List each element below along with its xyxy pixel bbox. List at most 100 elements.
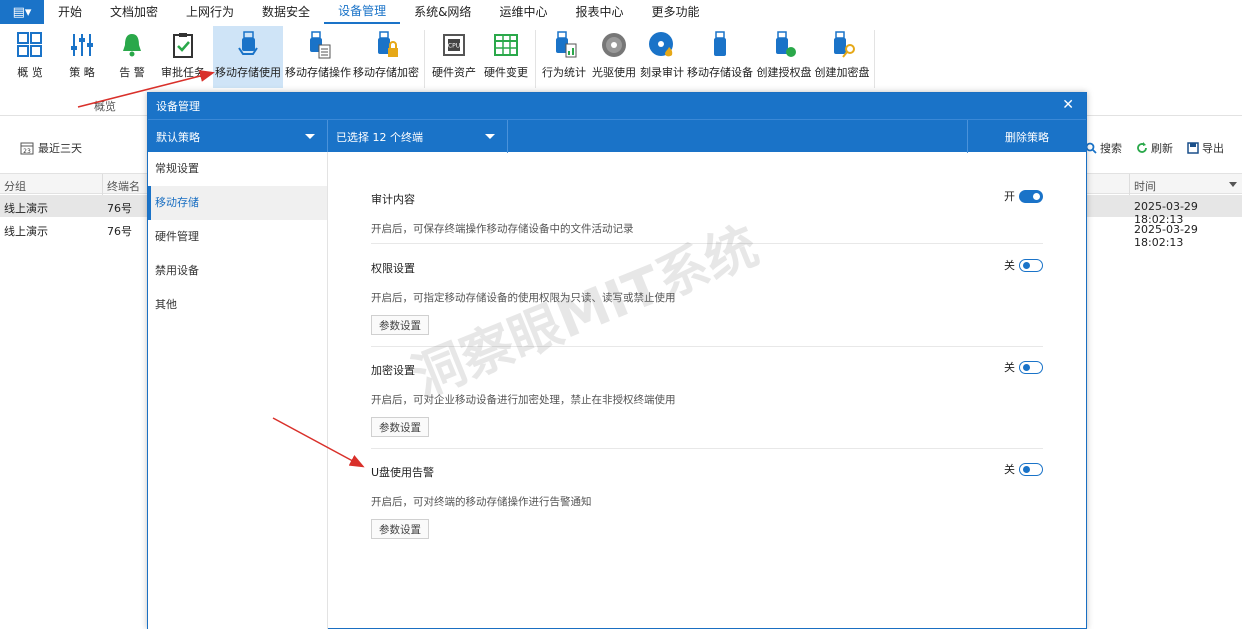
section-title: U盘使用告警 bbox=[371, 466, 435, 479]
row-group: 线上演示 bbox=[4, 225, 48, 238]
cdrom-usage-label: 光驱使用 bbox=[592, 66, 636, 79]
behavior-stats-button[interactable]: 行为统计 bbox=[540, 26, 588, 88]
param-settings-button[interactable]: 参数设置 bbox=[371, 315, 429, 335]
section-title: 审计内容 bbox=[371, 193, 415, 206]
create-encrypt-disk-button[interactable]: 创建加密盘 bbox=[814, 26, 870, 88]
policy-select[interactable]: 默认策略 bbox=[148, 120, 328, 153]
date-range-filter[interactable]: 23 最近三天 bbox=[20, 140, 82, 156]
menu-web-behavior[interactable]: 上网行为 bbox=[172, 0, 248, 24]
column-group[interactable]: 分组 bbox=[4, 178, 26, 194]
menu-system-network[interactable]: 系统&网络 bbox=[400, 0, 485, 24]
param-settings-button[interactable]: 参数设置 bbox=[371, 519, 429, 539]
menu-device-management[interactable]: 设备管理 bbox=[324, 0, 401, 24]
toggle-switch[interactable] bbox=[1019, 258, 1043, 272]
refresh-icon bbox=[1137, 142, 1147, 153]
usb-encrypt-button[interactable]: 移动存储加密 bbox=[353, 26, 419, 88]
toggle-switch[interactable] bbox=[1019, 189, 1043, 203]
hardware-change-label: 硬件变更 bbox=[484, 66, 528, 79]
toggle-switch[interactable] bbox=[1019, 462, 1043, 476]
section-title: 加密设置 bbox=[371, 364, 415, 377]
usb-document-icon bbox=[310, 31, 331, 59]
column-time[interactable]: 时间 bbox=[1134, 178, 1156, 194]
device-management-dialog: 设备管理 ✕ 默认策略 已选择 12 个终端 删除策略 常规设置 移动存储 硬件… bbox=[147, 92, 1087, 629]
terminal-select[interactable]: 已选择 12 个终端 bbox=[328, 120, 508, 153]
switch-state-label: 关 bbox=[1004, 259, 1015, 272]
usb-device-button[interactable]: 移动存储设备 bbox=[687, 26, 753, 88]
permission-switch[interactable]: 关 bbox=[1004, 257, 1043, 273]
dialog-policy-bar: 默认策略 已选择 12 个终端 删除策略 bbox=[148, 119, 1086, 153]
usb-usage-label: 移动存储使用 bbox=[215, 66, 281, 79]
grid-overview-icon bbox=[17, 32, 42, 57]
sliders-icon bbox=[71, 34, 93, 56]
export-button[interactable]: 导出 bbox=[1187, 140, 1224, 156]
alarm-button[interactable]: 告 警 bbox=[110, 26, 154, 88]
cdrom-usage-button[interactable]: 光驱使用 bbox=[590, 26, 638, 88]
menu-report-center[interactable]: 报表中心 bbox=[561, 0, 637, 24]
menu-doc-encrypt[interactable]: 文档加密 bbox=[96, 0, 172, 24]
app-menu-icon[interactable]: ▤▾ bbox=[0, 0, 44, 24]
usb-operation-button[interactable]: 移动存储操作 bbox=[285, 26, 351, 88]
spreadsheet-icon bbox=[494, 34, 518, 56]
sidebar-item-other[interactable]: 其他 bbox=[148, 288, 327, 322]
usb-drive-icon bbox=[714, 31, 726, 56]
usb-usage-button[interactable]: 移动存储使用 bbox=[213, 26, 283, 88]
search-button[interactable]: 搜索 bbox=[1085, 140, 1122, 156]
policy-label: 策 略 bbox=[69, 66, 95, 79]
menu-ops-center[interactable]: 运维中心 bbox=[485, 0, 561, 24]
policy-button[interactable]: 策 略 bbox=[60, 26, 104, 88]
svg-text:CPU: CPU bbox=[448, 43, 460, 50]
toggle-switch[interactable] bbox=[1019, 360, 1043, 374]
create-auth-disk-label: 创建授权盘 bbox=[756, 66, 812, 79]
create-auth-disk-button[interactable]: 创建授权盘 bbox=[756, 26, 812, 88]
menu-start[interactable]: 开始 bbox=[44, 0, 96, 24]
delete-policy-button[interactable]: 删除策略 bbox=[967, 120, 1086, 153]
menu-more-functions[interactable]: 更多功能 bbox=[637, 0, 713, 24]
disc-icon bbox=[602, 33, 626, 57]
burn-audit-label: 刻录审计 bbox=[640, 66, 684, 79]
sort-down-icon[interactable] bbox=[1229, 182, 1237, 187]
terminal-select-value: 已选择 12 个终端 bbox=[336, 130, 423, 144]
usb-device-label: 移动存储设备 bbox=[687, 66, 753, 79]
row-group: 线上演示 bbox=[4, 202, 48, 215]
burn-audit-button[interactable]: 刻录审计 bbox=[639, 26, 685, 88]
hardware-assets-label: 硬件资产 bbox=[432, 66, 476, 79]
param-settings-button[interactable]: 参数设置 bbox=[371, 417, 429, 437]
sidebar-item-removable-storage[interactable]: 移动存储 bbox=[148, 186, 327, 220]
column-divider bbox=[102, 174, 103, 195]
switch-state-label: 关 bbox=[1004, 463, 1015, 476]
close-icon[interactable]: ✕ bbox=[1062, 97, 1074, 113]
switch-state-label: 关 bbox=[1004, 361, 1015, 374]
menu-data-security[interactable]: 数据安全 bbox=[248, 0, 324, 24]
usb-key-icon bbox=[834, 31, 855, 58]
sidebar-item-hardware[interactable]: 硬件管理 bbox=[148, 220, 327, 254]
hardware-change-button[interactable]: 硬件变更 bbox=[482, 26, 530, 88]
section-description: 开启后，可保存终端操作移动存储设备中的文件活动记录 bbox=[371, 223, 634, 235]
column-terminal[interactable]: 终端名 bbox=[107, 178, 140, 194]
usb-stats-icon bbox=[556, 31, 577, 58]
approval-task-button[interactable]: 审批任务 bbox=[158, 26, 208, 88]
calendar-icon: 23 bbox=[20, 142, 34, 155]
menu-bar: ▤▾ 开始 文档加密 上网行为 数据安全 设备管理 系统&网络 运维中心 报表中… bbox=[0, 0, 1242, 24]
app-window: ▤▾ 开始 文档加密 上网行为 数据安全 设备管理 系统&网络 运维中心 报表中… bbox=[0, 0, 1242, 629]
encryption-switch[interactable]: 关 bbox=[1004, 359, 1043, 375]
section-permission-settings: 权限设置 关 开启后，可指定移动存储设备的使用权限为只读、读写或禁止使用 参数设… bbox=[371, 257, 1043, 347]
ribbon-separator bbox=[424, 30, 425, 88]
delete-policy-label: 删除策略 bbox=[1005, 130, 1049, 144]
switch-state-label: 开 bbox=[1004, 190, 1015, 203]
row-terminal: 76号 bbox=[107, 202, 132, 215]
refresh-button[interactable]: 刷新 bbox=[1136, 140, 1173, 156]
sidebar-item-disabled-devices[interactable]: 禁用设备 bbox=[148, 254, 327, 288]
column-divider bbox=[1129, 174, 1130, 195]
usb-alarm-switch[interactable]: 关 bbox=[1004, 461, 1043, 477]
overview-button[interactable]: 概 览 bbox=[8, 26, 52, 88]
audit-content-switch[interactable]: 开 bbox=[1004, 188, 1043, 204]
export-icon bbox=[1187, 142, 1199, 154]
hardware-assets-button[interactable]: CPU 硬件资产 bbox=[430, 26, 478, 88]
export-label: 导出 bbox=[1202, 142, 1224, 155]
row-terminal: 76号 bbox=[107, 225, 132, 238]
create-encrypt-disk-label: 创建加密盘 bbox=[814, 66, 870, 79]
dialog-content: 审计内容 开 开启后，可保存终端操作移动存储设备中的文件活动记录 权限设置 关 … bbox=[329, 152, 1086, 629]
sidebar-item-general[interactable]: 常规设置 bbox=[148, 152, 327, 186]
behavior-stats-label: 行为统计 bbox=[542, 66, 586, 79]
dialog-title: 设备管理 bbox=[156, 100, 200, 113]
